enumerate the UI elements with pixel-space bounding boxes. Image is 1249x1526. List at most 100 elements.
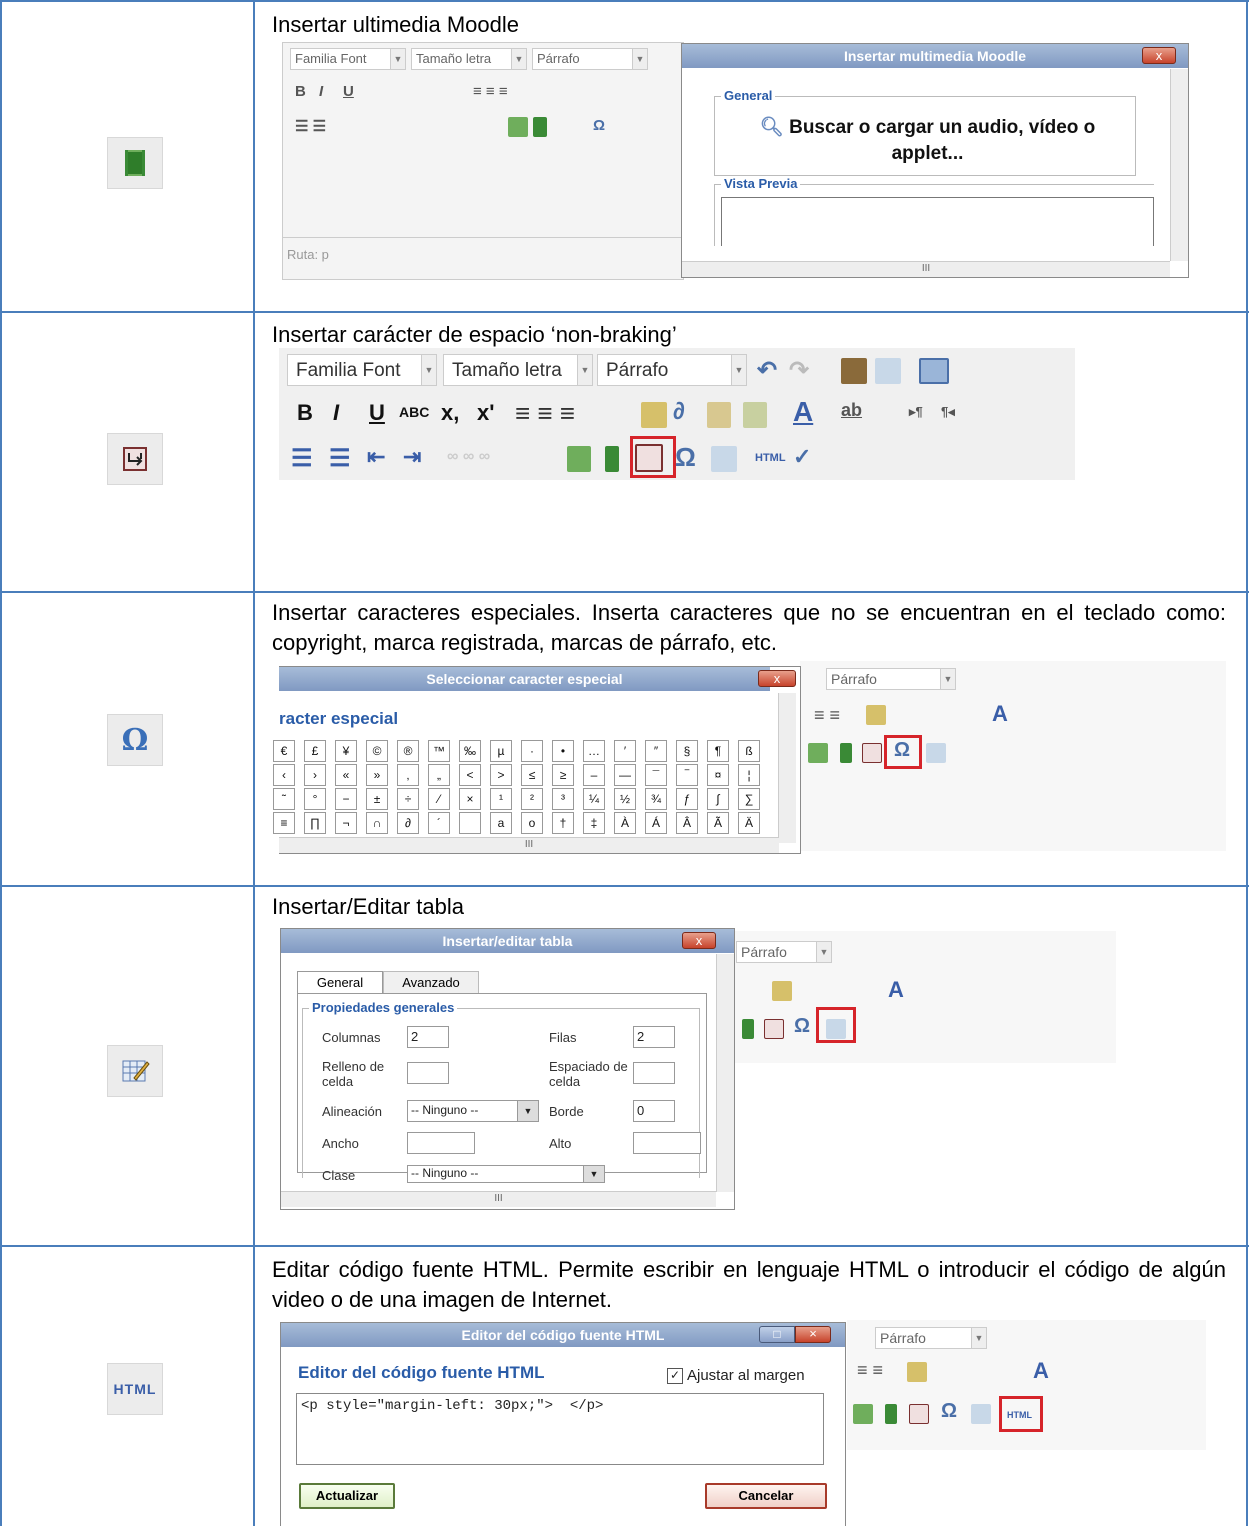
char-cell[interactable]: ∂ xyxy=(397,812,419,834)
char-cell[interactable]: ¤ xyxy=(707,764,729,786)
char-cell[interactable]: ° xyxy=(304,788,326,810)
update-button[interactable]: Actualizar xyxy=(299,1483,395,1509)
char-cell[interactable]: À xyxy=(614,812,636,834)
columns-input[interactable]: 2 xyxy=(407,1026,449,1048)
eraser-icon[interactable]: ∂ xyxy=(673,398,685,426)
horizontal-scrollbar[interactable]: III xyxy=(682,261,1170,277)
char-cell[interactable]: ± xyxy=(366,788,388,810)
char-cell[interactable]: ≥ xyxy=(552,764,574,786)
char-cell[interactable]: › xyxy=(304,764,326,786)
char-cell[interactable] xyxy=(459,812,481,834)
char-cell[interactable]: ∩ xyxy=(366,812,388,834)
char-cell[interactable]: ‡ xyxy=(583,812,605,834)
maximize-icon[interactable]: □ xyxy=(759,1326,795,1343)
char-cell[interactable]: † xyxy=(552,812,574,834)
paste-word-icon[interactable] xyxy=(743,402,767,428)
table-edit-icon[interactable] xyxy=(711,446,737,472)
char-cell[interactable]: ÷ xyxy=(397,788,419,810)
format-select[interactable]: Párrafo ▼ xyxy=(597,354,747,386)
char-cell[interactable]: ¶ xyxy=(707,740,729,762)
char-cell[interactable]: ∑ xyxy=(738,788,760,810)
char-cell[interactable]: … xyxy=(583,740,605,762)
border-input[interactable]: 0 xyxy=(633,1100,675,1122)
char-cell[interactable]: Ä xyxy=(738,812,760,834)
bullet-list-icon[interactable]: ☰ xyxy=(291,444,313,473)
cleanup-icon[interactable] xyxy=(907,1362,927,1382)
fullscreen-icon[interactable] xyxy=(919,358,949,384)
cleanup-icon[interactable] xyxy=(866,705,886,725)
align-icons[interactable]: ≡ ≡ xyxy=(857,1360,883,1381)
char-cell[interactable]: • xyxy=(552,740,574,762)
moodle-media-icon[interactable] xyxy=(533,117,547,137)
char-cell[interactable]: · xyxy=(521,740,543,762)
width-input[interactable] xyxy=(407,1132,475,1154)
outdent-icon[interactable]: ⇤ xyxy=(367,444,385,470)
align-icons[interactable]: ≡ ≡ ≡ xyxy=(473,83,508,100)
indent-icon[interactable]: ⇥ xyxy=(403,444,421,470)
text-color-icon[interactable]: A xyxy=(1033,1358,1049,1384)
char-cell[interactable]: × xyxy=(459,788,481,810)
padding-input[interactable] xyxy=(407,1062,449,1084)
char-cell[interactable]: » xyxy=(366,764,388,786)
char-cell[interactable]: © xyxy=(366,740,388,762)
horizontal-scrollbar[interactable]: III xyxy=(279,837,779,853)
vertical-scrollbar[interactable] xyxy=(778,693,796,843)
char-cell[interactable]: ‰ xyxy=(459,740,481,762)
wrap-toggle[interactable]: ✓ Ajustar al margen xyxy=(667,1367,805,1384)
image-icon[interactable] xyxy=(567,446,591,472)
char-cell[interactable]: Ã xyxy=(707,812,729,834)
table-edit-icon[interactable] xyxy=(971,1404,991,1424)
replace-icon[interactable] xyxy=(875,358,901,384)
class-select[interactable]: -- Ninguno -- ▼ xyxy=(407,1165,605,1183)
char-cell[interactable]: Á xyxy=(645,812,667,834)
omega-icon[interactable]: Ω xyxy=(794,1015,810,1038)
close-button[interactable]: x xyxy=(682,932,716,949)
tab-advanced[interactable]: Avanzado xyxy=(383,971,479,994)
char-cell[interactable]: o xyxy=(521,812,543,834)
char-cell[interactable]: a xyxy=(490,812,512,834)
moodle-media-icon[interactable] xyxy=(840,743,852,763)
moodle-media-icon[interactable] xyxy=(885,1404,897,1424)
char-cell[interactable]: € xyxy=(273,740,295,762)
spellcheck-icon[interactable]: ✓ xyxy=(793,444,811,470)
char-cell[interactable]: > xyxy=(490,764,512,786)
char-cell[interactable]: ¬ xyxy=(335,812,357,834)
char-cell[interactable]: µ xyxy=(490,740,512,762)
close-button[interactable]: x xyxy=(1142,47,1176,64)
close-icon[interactable]: × xyxy=(795,1326,831,1343)
cleanup-icon[interactable] xyxy=(641,402,667,428)
align-icons[interactable]: ≡ ≡ ≡ xyxy=(515,398,575,429)
italic-icon[interactable]: I xyxy=(333,400,339,426)
char-cell[interactable]: ¦ xyxy=(738,764,760,786)
char-cell[interactable]: ´ xyxy=(428,812,450,834)
char-cell[interactable]: ‹ xyxy=(273,764,295,786)
underline-icon[interactable]: U xyxy=(369,400,385,426)
italic-icon[interactable]: I xyxy=(319,83,323,100)
numbered-list-icon[interactable]: ☰ xyxy=(329,444,351,473)
bold-icon[interactable]: B xyxy=(297,400,313,426)
omega-icon[interactable]: Ω xyxy=(593,117,605,134)
nonbreaking-icon[interactable] xyxy=(862,743,882,763)
char-cell[interactable]: − xyxy=(335,788,357,810)
height-input[interactable] xyxy=(633,1132,701,1154)
align-select[interactable]: -- Ninguno -- ▼ xyxy=(407,1100,539,1122)
char-cell[interactable]: ¹ xyxy=(490,788,512,810)
text-color-icon[interactable]: A xyxy=(793,396,813,428)
char-cell[interactable]: ³ xyxy=(552,788,574,810)
align-icons[interactable]: ≡ ≡ xyxy=(814,705,840,726)
image-icon[interactable] xyxy=(508,117,528,137)
paste-text-icon[interactable] xyxy=(707,402,731,428)
text-color-icon[interactable]: A xyxy=(888,977,904,1003)
wrap-checkbox[interactable]: ✓ xyxy=(667,1367,683,1384)
tab-general[interactable]: General xyxy=(297,971,383,994)
char-cell[interactable]: ¼ xyxy=(583,788,605,810)
nonbreaking-icon[interactable] xyxy=(909,1404,929,1424)
char-cell[interactable]: ≤ xyxy=(521,764,543,786)
char-cell[interactable]: — xyxy=(614,764,636,786)
rows-input[interactable]: 2 xyxy=(633,1026,675,1048)
vertical-scrollbar[interactable] xyxy=(1170,69,1188,261)
font-family-select[interactable]: Familia Font ▼ xyxy=(290,48,406,70)
char-cell[interactable]: ‾ xyxy=(676,764,698,786)
char-cell[interactable]: ″ xyxy=(645,740,667,762)
search-media-link[interactable]: 🔍︎ Buscar o cargar un audio, vídeo o app… xyxy=(735,115,1120,167)
